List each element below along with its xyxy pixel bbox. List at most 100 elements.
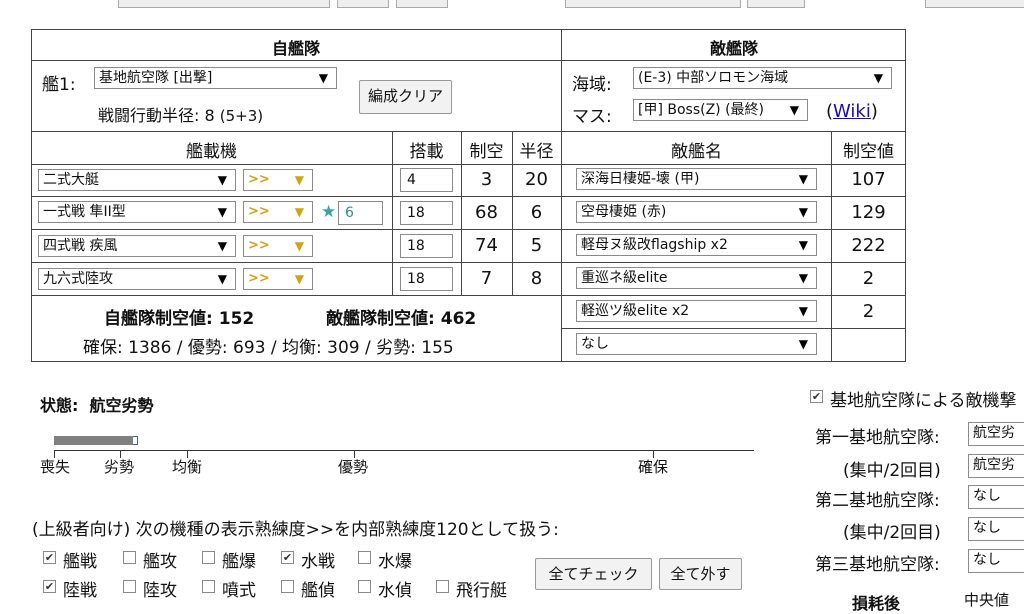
chevron-down-icon: ▼ <box>217 272 227 286</box>
checkbox-land-attack[interactable] <box>123 580 136 593</box>
plane-select[interactable]: 九六式陸攻 ▼ <box>38 268 236 290</box>
checkbox-jet[interactable] <box>202 580 215 593</box>
base-air-checkbox[interactable]: ✔ <box>810 390 823 403</box>
slot-input[interactable]: 18 <box>400 201 453 225</box>
checkbox-land-fighter[interactable]: ✔ <box>43 580 56 593</box>
chevron-down-icon: ▼ <box>217 205 227 219</box>
slot-input[interactable]: 18 <box>400 267 453 291</box>
enemy-ship-select[interactable]: 深海日棲姫-壊 (甲) ▼ <box>576 168 817 190</box>
base-row-select[interactable]: なし <box>968 485 1024 509</box>
divider <box>562 196 906 197</box>
divider <box>31 295 562 296</box>
check-icon: ✔ <box>44 580 55 593</box>
chevron-down-icon: ▼ <box>318 71 328 85</box>
top-button-2[interactable] <box>396 0 448 8</box>
enemy-ship-value: 深海日棲姫-壊 (甲) <box>581 171 700 187</box>
base-row-label: 第一基地航空隊: <box>815 428 940 448</box>
checkbox-dive-bomber[interactable] <box>202 551 215 564</box>
air-value: 3 <box>480 169 493 190</box>
enemy-ship-value: なし <box>581 336 609 352</box>
check-icon: ✔ <box>282 551 293 564</box>
plane-select-value: 一式戦 隼II型 <box>43 204 126 220</box>
proficiency-select[interactable]: >> ▼ <box>243 268 313 290</box>
ship-select[interactable]: 基地航空隊 [出撃] ▼ <box>94 67 337 89</box>
status-value: 航空劣勢 <box>89 396 154 415</box>
checkbox-label: 陸戦 <box>63 581 97 601</box>
base-row-select[interactable]: なし <box>968 517 1024 541</box>
enemy-ship-select[interactable]: なし ▼ <box>576 333 817 355</box>
area-select-value: (E-3) 中部ソロモン海域 <box>638 70 789 86</box>
enemy-air-value: 2 <box>862 301 875 322</box>
proficiency-select[interactable]: >> ▼ <box>243 235 313 257</box>
plane-select-value: 四式戦 疾風 <box>43 238 118 254</box>
enemy-air-value: 222 <box>851 235 886 256</box>
area-select[interactable]: (E-3) 中部ソロモン海域 ▼ <box>633 67 892 89</box>
enemy-header: 敵艦隊 <box>709 39 758 58</box>
uncheck-all-button[interactable]: 全て外す <box>659 558 742 590</box>
proficiency-select[interactable]: >> ▼ <box>243 201 313 223</box>
base-row-select[interactable]: 航空劣 <box>968 422 1024 446</box>
chevron-down-icon: ▼ <box>798 337 808 351</box>
checkbox-flying-boat[interactable] <box>436 580 449 593</box>
slot-input[interactable]: 18 <box>400 234 453 258</box>
status-axis-line <box>54 450 754 451</box>
enemy-ship-select[interactable]: 重巡ネ級elite ▼ <box>576 267 817 289</box>
base-row-label: 第二基地航空隊: <box>815 491 940 511</box>
radius-value: 8 <box>530 268 543 289</box>
radius-detail: (5+3) <box>219 107 264 125</box>
divider <box>562 262 906 263</box>
improvement-input[interactable]: 6 <box>338 201 383 225</box>
top-button-1[interactable] <box>337 0 389 8</box>
enemy-ship-value: 軽巡ツ級elite x2 <box>581 303 690 319</box>
top-input-left[interactable] <box>118 0 330 8</box>
enemy-ship-select[interactable]: 軽巡ツ級elite x2 ▼ <box>576 300 817 322</box>
checkbox-carrier-fighter[interactable]: ✔ <box>43 551 56 564</box>
radius-label: 戦闘行動半径: <box>98 106 200 125</box>
node-select[interactable]: [甲] Boss(Z) (最終) ▼ <box>633 99 808 121</box>
checkbox-seaplane-recon[interactable] <box>358 580 371 593</box>
enemy-ship-value: 軽母ヌ級改flagship x2 <box>581 237 728 253</box>
base-row-label: (集中/2回目) <box>843 523 941 543</box>
checkbox-seaplane-bomber[interactable] <box>358 551 371 564</box>
ship-label: 艦1: <box>42 75 76 95</box>
plane-select[interactable]: 一式戦 隼II型 ▼ <box>38 201 236 223</box>
chevron-down-icon: ▼ <box>294 173 304 187</box>
divider <box>31 196 562 197</box>
tick-label: 均衡 <box>172 458 203 476</box>
median-label: 中央値 <box>964 591 1010 609</box>
radius-value: 5 <box>530 235 543 256</box>
checkbox-seaplane-fighter[interactable]: ✔ <box>281 551 294 564</box>
fleet-air-total-value: 152 <box>218 309 255 329</box>
divider <box>562 295 906 296</box>
base-row-select[interactable]: なし <box>968 549 1024 573</box>
clear-fleet-button[interactable]: 編成クリア <box>359 80 452 114</box>
top-input-far-right[interactable] <box>925 0 1024 8</box>
enemy-air-value: 2 <box>862 268 875 289</box>
checkbox-carrier-attack[interactable] <box>123 551 136 564</box>
chevron-down-icon: ▼ <box>798 271 808 285</box>
proficiency-value: >> <box>248 204 270 219</box>
plane-select[interactable]: 二式大艇 ▼ <box>38 169 236 191</box>
checkbox-label: 艦偵 <box>301 581 335 601</box>
top-input-right[interactable] <box>565 0 741 8</box>
status-label: 状態: <box>40 396 79 415</box>
ship-select-value: 基地航空隊 [出撃] <box>99 70 213 86</box>
check-icon: ✔ <box>811 390 822 403</box>
slot-input[interactable]: 4 <box>400 168 453 192</box>
proficiency-select[interactable]: >> ▼ <box>243 169 313 191</box>
wiki-link[interactable]: Wiki <box>833 101 871 122</box>
enemy-ship-select[interactable]: 軽母ヌ級改flagship x2 ▼ <box>576 234 817 256</box>
divider <box>31 60 906 61</box>
checkbox-carrier-recon[interactable] <box>281 580 294 593</box>
tick-label: 劣勢 <box>104 458 135 476</box>
base-row-select[interactable]: 航空劣 <box>968 454 1024 478</box>
plane-select[interactable]: 四式戦 疾風 ▼ <box>38 235 236 257</box>
chevron-down-icon: ▼ <box>294 205 304 219</box>
top-button-3[interactable] <box>747 0 805 8</box>
divider <box>562 328 906 329</box>
checkbox-label: 艦戦 <box>63 552 97 572</box>
proficiency-note: (上級者向け) 次の機種の表示熟練度>>を内部熟練度120として扱う: <box>32 520 559 540</box>
check-all-button[interactable]: 全てチェック <box>535 558 652 590</box>
enemy-ship-select[interactable]: 空母棲姫 (赤) ▼ <box>576 201 817 223</box>
enemy-air-total-label: 敵艦隊制空値: <box>326 309 435 329</box>
